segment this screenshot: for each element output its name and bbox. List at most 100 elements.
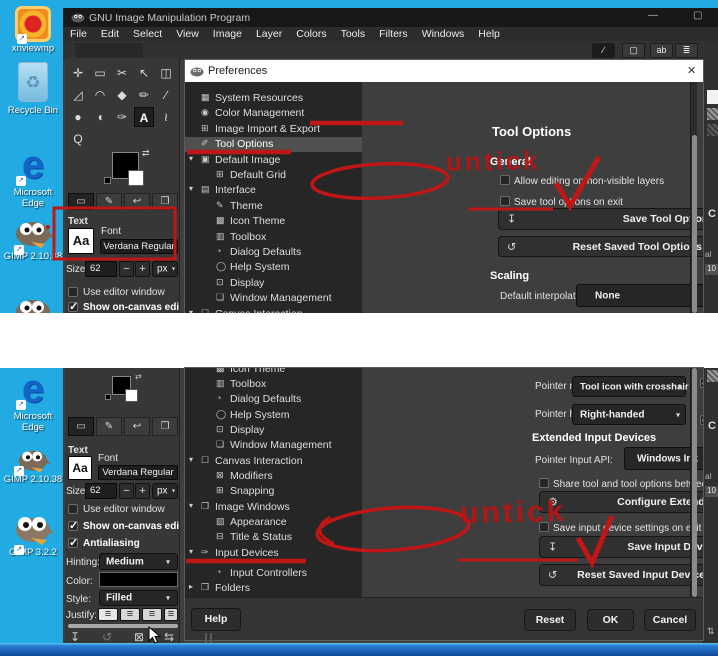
desktop-icon-recycle-bin[interactable]: ♻ Recycle Bin bbox=[2, 62, 64, 117]
hinting-dropdown[interactable]: Medium ▾ bbox=[99, 553, 178, 570]
horizontal-scrollbar[interactable] bbox=[68, 624, 178, 628]
transform-tool-icon[interactable]: ↖ bbox=[134, 63, 154, 83]
size-unit-dropdown[interactable]: px ▾ bbox=[152, 261, 178, 277]
pref-tree-item-icon-theme[interactable]: ▩ Icon Theme bbox=[185, 214, 362, 229]
menu-edit[interactable]: Edit bbox=[94, 28, 126, 40]
pref-tree-item-default-grid[interactable]: ⊞ Default Grid bbox=[185, 168, 362, 183]
pref-tree-item-help-system[interactable]: ◯ Help System bbox=[185, 408, 362, 423]
pref-tree-item-dialog-defaults[interactable]: ◔ Dialog Defaults bbox=[185, 245, 362, 260]
justify-left-button[interactable]: ≡ bbox=[98, 608, 118, 621]
tab-device-status[interactable]: ✎ bbox=[96, 193, 122, 210]
tab-tool-options[interactable]: ▭ bbox=[68, 417, 94, 436]
pref-tree-item-window-management[interactable]: ❏ Window Management bbox=[185, 438, 362, 453]
show-pointer-checkbox[interactable] bbox=[700, 413, 703, 426]
pref-tree-item-input-controllers[interactable]: ◔ Input Controllers bbox=[185, 566, 362, 581]
desktop-icon-xnview[interactable]: ↗ xnviewmp bbox=[2, 6, 64, 55]
letters-icon[interactable]: ab bbox=[650, 43, 673, 58]
size-input[interactable]: 62 bbox=[85, 261, 117, 277]
brush-tool-icon[interactable]: ∕ bbox=[156, 85, 176, 105]
brush-thumbnail[interactable] bbox=[707, 108, 718, 120]
pref-tree-item-display[interactable]: ⊡ Display bbox=[185, 276, 362, 291]
menu-colors[interactable]: Colors bbox=[289, 28, 333, 40]
justify-right-button[interactable]: ≡ bbox=[120, 608, 140, 621]
tab-images[interactable]: ❐ bbox=[152, 193, 178, 210]
reset-saved-tool-options-button[interactable]: ↺Reset Saved Tool Options to Default Val… bbox=[498, 236, 703, 257]
size-decrease-button[interactable]: − bbox=[119, 483, 134, 499]
brush-thumbnail[interactable] bbox=[707, 90, 718, 104]
menu-help[interactable]: Help bbox=[471, 28, 507, 40]
crop-tool-icon[interactable]: ◫ bbox=[156, 63, 176, 83]
background-color-swatch[interactable] bbox=[128, 170, 144, 186]
shear-tool-icon[interactable]: ◿ bbox=[68, 85, 88, 105]
pointer-handedness-dropdown[interactable]: Right-handed ▾ bbox=[572, 404, 686, 425]
sync-icon[interactable]: ⇅ bbox=[707, 626, 715, 637]
menu-tools[interactable]: Tools bbox=[334, 28, 373, 40]
selection-mode-icon[interactable]: ▢ bbox=[622, 43, 645, 58]
pencil-tool-icon[interactable]: ✏ bbox=[134, 85, 154, 105]
antialiasing-checkbox[interactable] bbox=[68, 536, 78, 549]
pref-tree-item-toolbox[interactable]: ▥ Toolbox bbox=[185, 230, 362, 245]
menu-filters[interactable]: Filters bbox=[372, 28, 415, 40]
pref-tree-item-interface[interactable]: ▾ ▤ Interface bbox=[185, 183, 362, 198]
minimize-button[interactable]: — bbox=[648, 10, 658, 21]
bucket-tool-icon[interactable]: ◆ bbox=[112, 85, 132, 105]
swap-colors-icon[interactable]: ⇄ bbox=[142, 148, 150, 159]
justify-fill-button[interactable]: ≡ bbox=[164, 608, 178, 621]
dialog-titlebar[interactable]: Preferences ✕ bbox=[185, 60, 703, 82]
text-tool-icon[interactable]: A bbox=[134, 107, 154, 127]
pref-tree-item-theme[interactable]: ✎ Theme bbox=[185, 199, 362, 214]
resize-grip[interactable] bbox=[210, 633, 212, 643]
menu-windows[interactable]: Windows bbox=[415, 28, 472, 40]
menu-file[interactable]: File bbox=[63, 28, 94, 40]
free-select-tool-icon[interactable]: ✂ bbox=[112, 63, 132, 83]
font-preview-box[interactable]: Aa bbox=[68, 228, 94, 254]
pref-tree-item-input-devices[interactable]: ▾ ✑ Input Devices bbox=[185, 546, 362, 561]
use-editor-window-checkbox[interactable] bbox=[68, 504, 78, 514]
on-canvas-editor-checkbox[interactable] bbox=[68, 519, 78, 532]
pref-tree-item-toolbox[interactable]: ▥ Toolbox bbox=[185, 377, 362, 392]
warp-tool-icon[interactable]: ◠ bbox=[90, 85, 110, 105]
smudge-tool-icon[interactable]: ◖ bbox=[90, 107, 110, 127]
pref-tree-item-dialog-defaults[interactable]: ◔ Dialog Defaults bbox=[185, 392, 362, 407]
pref-tree-item-system-resources[interactable]: ▦ System Resources bbox=[185, 91, 362, 106]
use-editor-window-checkbox[interactable] bbox=[68, 287, 78, 297]
desktop-icon-edge[interactable]: e ↗ Microsoft Edge bbox=[2, 145, 64, 209]
layers-icon[interactable]: ≣ bbox=[675, 43, 698, 58]
size-increase-button[interactable]: + bbox=[135, 483, 150, 499]
reset-saved-input-device-settings-button[interactable]: ↺Reset Saved Input Device Settings to De… bbox=[539, 564, 703, 586]
brush-thumbnail[interactable] bbox=[707, 370, 718, 382]
restore-preset-icon[interactable]: ↺ bbox=[102, 630, 112, 644]
window-titlebar[interactable]: GNU Image Manipulation Program — ▢ bbox=[63, 8, 718, 27]
pref-tree-item-appearance[interactable]: ▧ Appearance bbox=[185, 515, 362, 530]
pref-tree-item-display[interactable]: ⊡ Display bbox=[185, 423, 362, 438]
desktop-icon-gimp-21038[interactable]: ↗ GIMP 2.10.38 bbox=[2, 214, 64, 263]
tab-tool-options[interactable]: ▭ bbox=[68, 193, 94, 210]
eraser-tool-icon[interactable]: ≀ bbox=[156, 107, 176, 127]
desktop-icon-gimp-21038[interactable]: ↗ GIMP 2.10.38 bbox=[2, 444, 64, 486]
dock-value-fragment[interactable]: 10 bbox=[705, 264, 718, 275]
refresh-icon[interactable]: C bbox=[708, 420, 716, 432]
resize-grip[interactable] bbox=[205, 633, 207, 643]
pref-tree-item-tool-options[interactable]: ✐ Tool Options bbox=[185, 137, 362, 152]
on-canvas-editor-checkbox[interactable] bbox=[68, 300, 78, 313]
delete-preset-icon[interactable]: ⊠ bbox=[134, 630, 144, 644]
menu-select[interactable]: Select bbox=[126, 28, 169, 40]
tab-device-status[interactable]: ✎ bbox=[96, 417, 122, 436]
pref-tree-item-icon-theme[interactable]: ▩ Icon Theme bbox=[185, 368, 362, 377]
desktop-icon-edge[interactable]: e ↗ Microsoft Edge bbox=[2, 369, 64, 433]
save-input-device-settings-now-button[interactable]: ↧Save Input Device Settings Now bbox=[539, 536, 703, 558]
pref-tree-item-folders[interactable]: ▸ ❒ Folders bbox=[185, 581, 362, 596]
default-colors-icon[interactable] bbox=[104, 177, 111, 184]
pointer-mode-dropdown[interactable]: Tool icon with crosshair ▾ bbox=[572, 376, 689, 397]
help-button[interactable]: Help bbox=[191, 608, 241, 631]
tab-undo-history[interactable]: ↩ bbox=[124, 193, 150, 210]
interpolation-dropdown[interactable]: None▾ bbox=[576, 284, 703, 307]
tab-images[interactable]: ❐ bbox=[152, 417, 178, 436]
dialog-scrollbar[interactable] bbox=[690, 368, 697, 597]
font-name-input[interactable]: Verdana Regular bbox=[98, 465, 178, 480]
style-dropdown[interactable]: Filled ▾ bbox=[99, 590, 178, 606]
pref-tree-item-image-import-export[interactable]: ⊞ Image Import & Export bbox=[185, 122, 362, 137]
maximize-button[interactable]: ▢ bbox=[693, 10, 702, 21]
desktop-icon-gimp-322[interactable]: ↗ GIMP 3.2.2 bbox=[2, 510, 64, 559]
background-color-swatch[interactable] bbox=[125, 389, 138, 402]
